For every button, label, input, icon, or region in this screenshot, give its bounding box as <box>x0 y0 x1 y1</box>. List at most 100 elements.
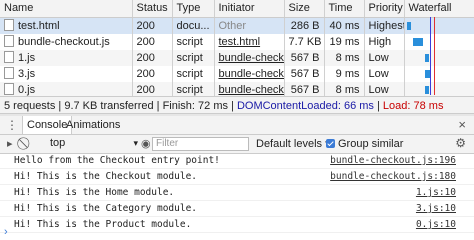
message-text: Hi! This is the Checkout module. <box>14 171 198 182</box>
col-header-status[interactable]: Status <box>132 0 173 18</box>
eye-icon[interactable]: ◉ <box>141 137 151 150</box>
col-header-priority[interactable]: Priority <box>364 0 405 18</box>
size-cell: 567 B <box>284 50 325 66</box>
file-icon <box>4 35 14 47</box>
group-similar-checkbox[interactable] <box>326 139 335 148</box>
waterfall-bar <box>412 38 423 46</box>
filter-input[interactable]: Filter <box>152 137 249 151</box>
network-summary-bar: 5 requests | 9.7 KB transferred | Finish… <box>0 96 474 114</box>
console-message: Hi! This is the Category module. 3.js:10 <box>0 201 474 217</box>
type-cell: script <box>172 34 215 50</box>
status-cell: 200 <box>132 17 173 34</box>
waterfall-cell <box>404 17 474 34</box>
waterfall-bar <box>424 54 429 62</box>
summary-text: 5 requests | 9.7 KB transferred | Finish… <box>4 100 237 112</box>
time-cell: 40 ms <box>324 17 365 34</box>
console-message: Hi! This is the Checkout module. bundle-c… <box>0 169 474 185</box>
source-link[interactable]: 0.js:10 <box>416 217 456 232</box>
time-cell: 8 ms <box>324 50 365 66</box>
file-icon <box>4 67 14 79</box>
col-header-initiator[interactable]: Initiator <box>214 0 285 18</box>
waterfall-cell <box>404 34 474 50</box>
console-message: Hi! This is the Product module. 0.js:10 <box>0 217 474 233</box>
domcontentloaded-text: DOMContentLoaded: 66 ms <box>236 100 374 112</box>
console-toolbar: ▸ ⃠ top ▾ ◉ Filter Default levels ▾ Grou… <box>0 135 474 154</box>
message-text: Hi! This is the Category module. <box>14 203 198 214</box>
status-cell: 200 <box>132 66 173 82</box>
file-icon <box>4 83 14 95</box>
close-drawer-icon[interactable]: × <box>458 117 466 132</box>
network-panel: Name Status Type Initiator Size Time Pri… <box>0 0 474 98</box>
context-selector[interactable]: top ▾ <box>50 137 138 150</box>
chevron-down-icon: ▾ <box>133 138 138 148</box>
priority-cell: Low <box>364 50 405 66</box>
request-name: 3.js <box>18 68 36 80</box>
console-prompt[interactable]: › <box>4 226 8 238</box>
source-link[interactable]: 3.js:10 <box>416 201 456 216</box>
request-name-cell: 1.js <box>0 50 133 66</box>
status-cell: 200 <box>132 50 173 66</box>
time-cell: 19 ms <box>324 34 365 50</box>
context-label: top <box>50 137 66 149</box>
load-marker <box>434 17 435 95</box>
log-levels-dropdown[interactable]: Default levels ▾ <box>256 135 331 153</box>
waterfall-cell <box>404 50 474 66</box>
type-cell: docu... <box>172 17 215 34</box>
col-header-type[interactable]: Type <box>172 0 215 18</box>
initiator-link[interactable]: test.html <box>214 34 285 50</box>
size-cell: 567 B <box>284 66 325 82</box>
source-link[interactable]: bundle-checkout.js:180 <box>330 169 456 184</box>
table-row[interactable]: 3.js 200 script bundle-checkout... 567 B… <box>0 66 474 82</box>
table-header-row: Name Status Type Initiator Size Time Pri… <box>0 0 474 18</box>
source-link[interactable]: bundle-checkout.js:196 <box>330 153 456 168</box>
priority-cell: High <box>364 34 405 50</box>
console-message: Hi! This is the Home module. 1.js:10 <box>0 185 474 201</box>
col-header-name[interactable]: Name <box>0 0 133 18</box>
message-text: Hi! This is the Product module. <box>14 219 192 230</box>
request-name-cell: 3.js <box>0 66 133 82</box>
request-name: 0.js <box>18 84 36 96</box>
size-cell: 286 B <box>284 17 325 34</box>
request-name-cell: bundle-checkout.js <box>0 34 133 50</box>
col-header-size[interactable]: Size <box>284 0 325 18</box>
request-name: bundle-checkout.js <box>18 36 110 48</box>
request-name: test.html <box>18 20 60 32</box>
group-similar-label: Group similar <box>338 138 404 150</box>
priority-cell: Highest <box>364 17 405 34</box>
domcontentloaded-marker <box>430 17 431 95</box>
col-header-time[interactable]: Time <box>324 0 365 18</box>
source-link[interactable]: 1.js:10 <box>416 185 456 200</box>
load-text: Load: 78 ms <box>382 100 444 112</box>
waterfall-cell <box>404 66 474 82</box>
table-row[interactable]: test.html 200 docu... Other 286 B 40 ms … <box>0 17 474 34</box>
drawer-tabbar: ⋮ Console Animations × <box>0 116 474 135</box>
request-name-cell: test.html <box>0 17 133 34</box>
console-output: Hello from the Checkout entry point! bund… <box>0 153 474 233</box>
network-table: Name Status Type Initiator Size Time Pri… <box>0 0 474 98</box>
type-cell: script <box>172 66 215 82</box>
table-row[interactable]: bundle-checkout.js 200 script test.html … <box>0 34 474 50</box>
tab-animations[interactable]: Animations <box>62 116 124 134</box>
waterfall-bar <box>424 86 429 94</box>
initiator-link[interactable]: bundle-checkout... <box>214 66 285 82</box>
initiator-cell: Other <box>214 17 285 34</box>
type-cell: script <box>172 50 215 66</box>
message-text: Hi! This is the Home module. <box>14 187 175 198</box>
table-row[interactable]: 1.js 200 script bundle-checkout... 567 B… <box>0 50 474 66</box>
file-icon <box>4 19 14 31</box>
summary-separator: | <box>373 100 383 112</box>
waterfall-bar <box>406 22 411 30</box>
console-message: Hello from the Checkout entry point! bund… <box>0 153 474 169</box>
gear-icon[interactable]: ⚙ <box>455 136 466 150</box>
col-header-waterfall[interactable]: Waterfall <box>404 0 474 18</box>
initiator-link[interactable]: bundle-checkout... <box>214 50 285 66</box>
status-cell: 200 <box>132 34 173 50</box>
priority-cell: Low <box>364 66 405 82</box>
size-cell: 7.7 KB <box>284 34 325 50</box>
file-icon <box>4 51 14 63</box>
time-cell: 9 ms <box>324 66 365 82</box>
waterfall-bar <box>424 70 430 78</box>
more-tabs-icon[interactable]: ⋮ <box>6 118 18 132</box>
message-text: Hello from the Checkout entry point! <box>14 155 220 166</box>
sidebar-toggle-icon[interactable]: ▸ <box>7 137 13 150</box>
